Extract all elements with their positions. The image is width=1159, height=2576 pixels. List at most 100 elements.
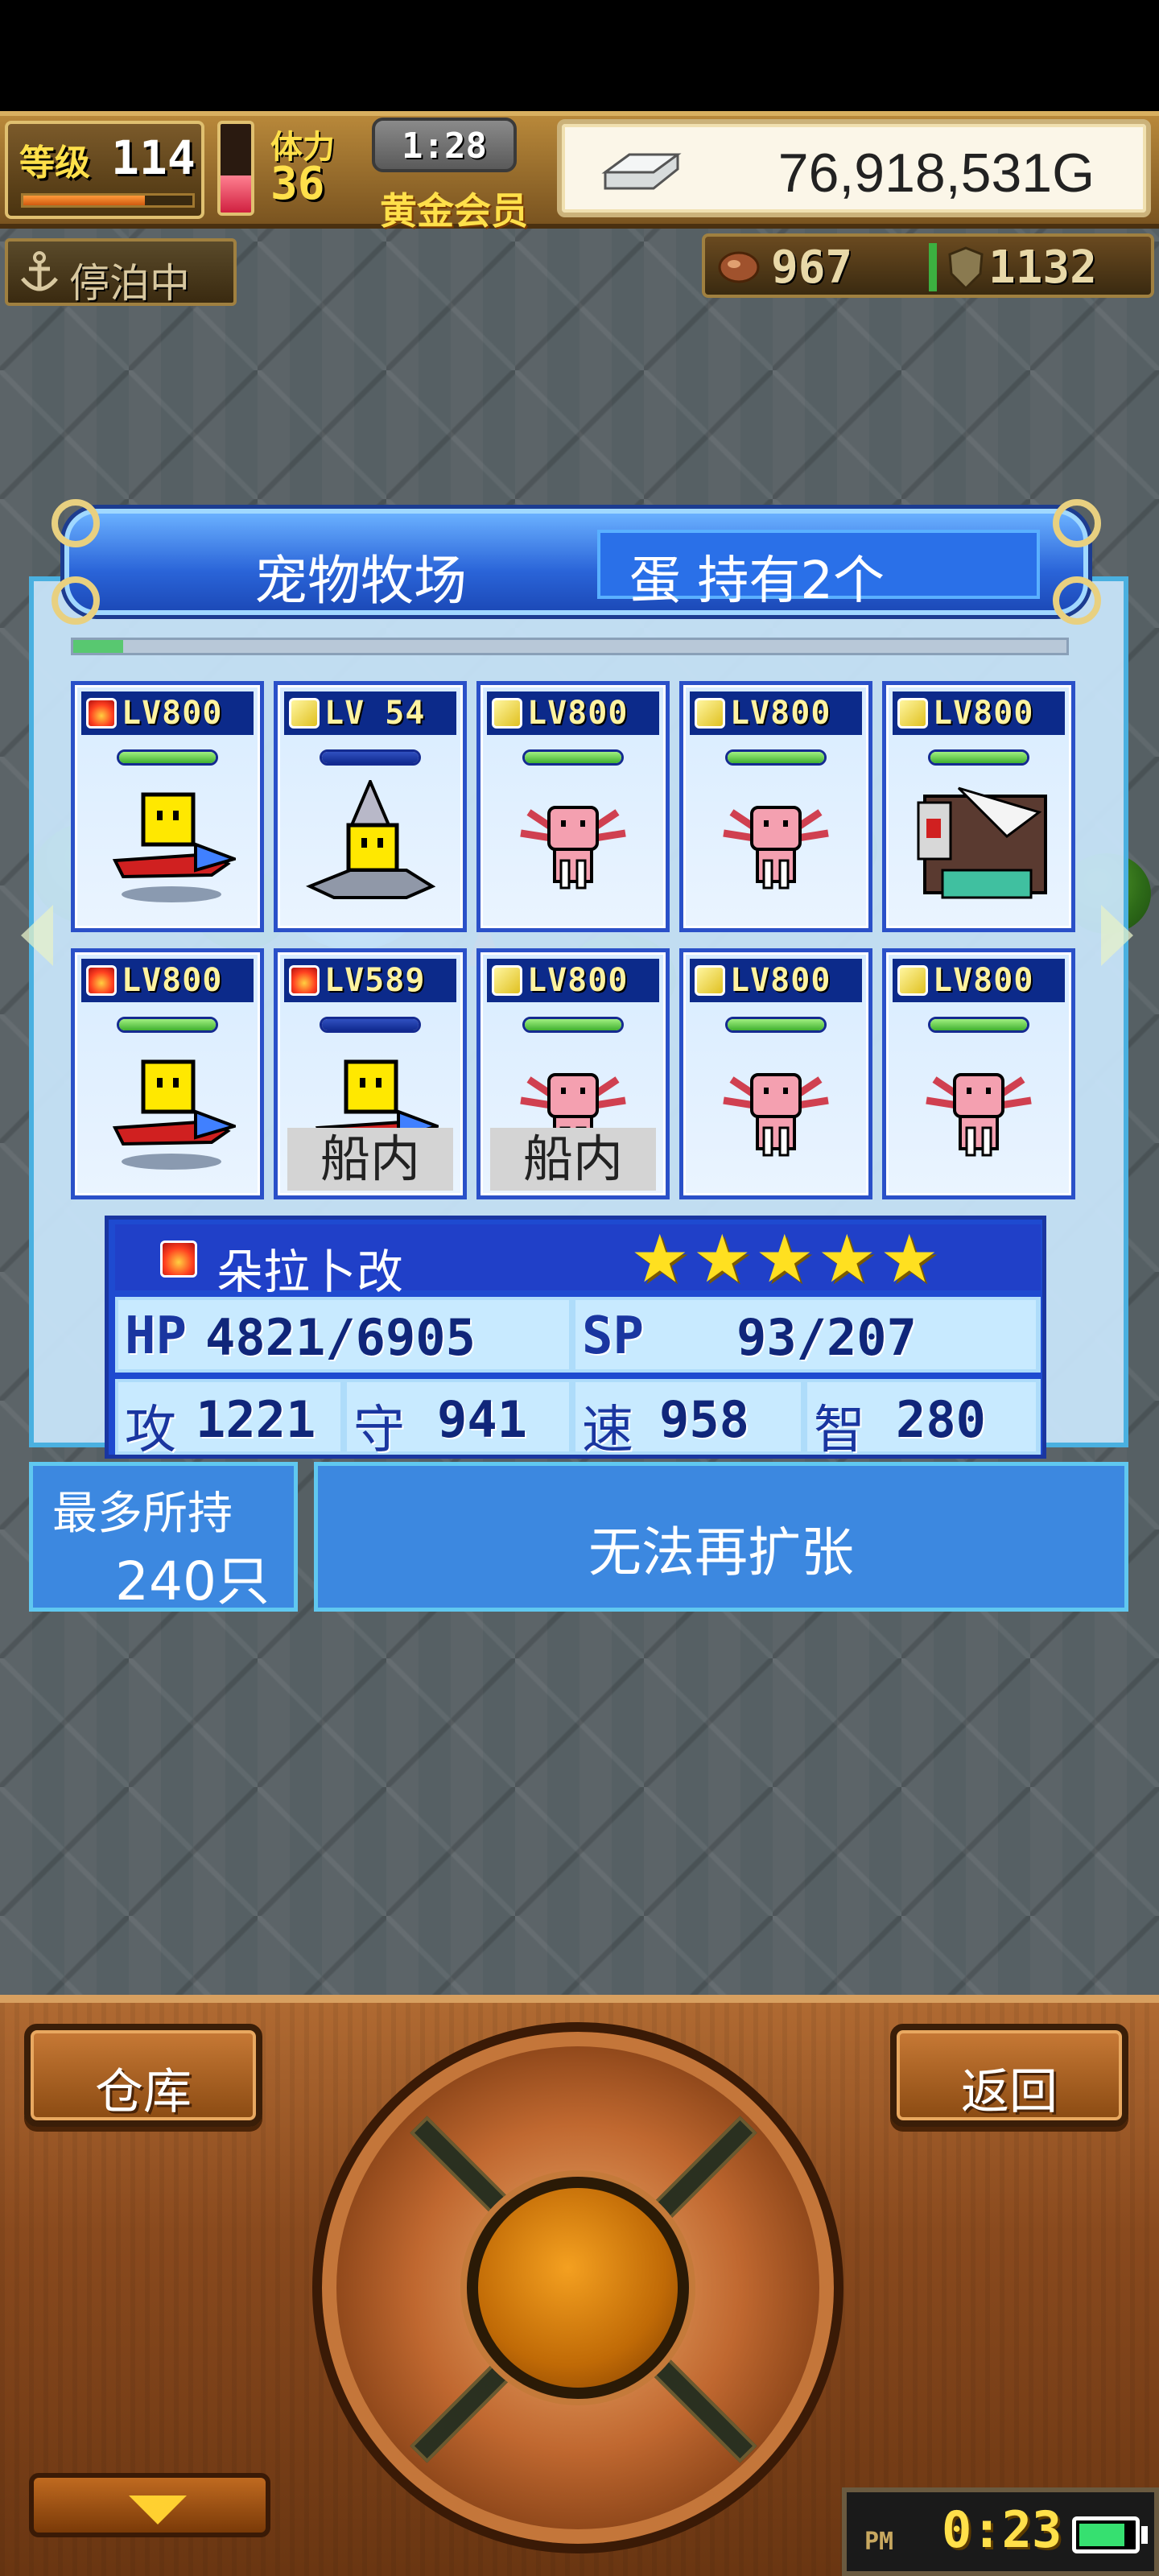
intelligence-stat: 智 280 <box>807 1382 1036 1460</box>
pet-level: LV800 <box>527 962 629 999</box>
thunder-icon <box>492 965 522 996</box>
expand-button[interactable]: 无法再扩张 <box>314 1462 1128 1612</box>
pet-hp-bar <box>928 749 1029 766</box>
previous-page-arrow[interactable] <box>21 905 53 966</box>
pet-hp-bar <box>320 749 421 766</box>
level-value: 114 <box>111 130 196 185</box>
fire-icon <box>86 698 117 729</box>
pet-name: 朵拉卜改 <box>217 1245 404 1299</box>
attack-value: 1221 <box>196 1390 316 1449</box>
intelligence-label: 智 <box>814 1401 865 1460</box>
capacity-label: 最多所持 <box>52 1488 233 1540</box>
food-count: 967 <box>771 242 853 294</box>
device-time: 0:23 <box>942 2500 1062 2559</box>
pet-hp-bar <box>928 1017 1029 1033</box>
silver-bar-icon <box>601 153 682 190</box>
pet-stats-panel: 朵拉卜改 ★★★★★ HP 4821/6905 SP 93/207 攻 1221… <box>105 1216 1046 1460</box>
pet-card[interactable]: LV800 <box>882 948 1075 1199</box>
pet-level-bar: LV589 <box>284 959 456 1002</box>
fire-icon <box>289 965 320 996</box>
pet-card[interactable]: LV800 船内 <box>476 948 670 1199</box>
pet-card[interactable]: LV800 <box>476 681 670 932</box>
pet-hp-fill <box>930 752 1027 763</box>
expand-button-label: 无法再扩张 <box>588 1521 854 1583</box>
player-level-panel: 等级 114 <box>5 121 204 219</box>
gold-amount: 76,918,531G <box>777 142 1095 204</box>
pet-hp-fill <box>525 1019 621 1030</box>
pet-level-bar: LV 54 <box>284 691 456 735</box>
resource-panel: 967 1132 <box>702 233 1154 298</box>
device-clock-panel: PM 0:23 <box>842 2487 1159 2576</box>
battery-icon <box>1072 2516 1140 2553</box>
onboard-tag: 船内 <box>490 1128 656 1191</box>
pet-level-bar: LV800 <box>81 959 254 1002</box>
pet-card[interactable]: LV800 <box>679 681 872 932</box>
pet-card[interactable]: LV589 船内 <box>274 948 467 1199</box>
dock-status-text: 停泊中 <box>69 260 190 307</box>
pet-card[interactable]: LV800 <box>882 681 1075 932</box>
ranch-progress-fill <box>73 640 123 653</box>
defense-stat: 守 941 <box>347 1382 569 1460</box>
dock-status-panel: 停泊中 <box>5 238 237 307</box>
next-page-arrow[interactable] <box>1101 905 1133 966</box>
pet-level: LV800 <box>527 695 629 732</box>
level-label: 等级 <box>19 142 90 184</box>
corner-ornament <box>52 499 100 547</box>
pet-level-bar: LV800 <box>690 959 862 1002</box>
sp-stat: SP 93/207 <box>575 1300 1036 1369</box>
pet-grid: LV800 LV 54 LV800 LV800 LV800 LV800 LV589 船内 LV8… <box>71 681 1082 1204</box>
intelligence-value: 280 <box>896 1390 986 1449</box>
menu-toggle-button[interactable] <box>29 2473 270 2537</box>
anchor-icon <box>21 251 58 291</box>
thunder-icon <box>289 698 320 729</box>
fire-icon <box>86 965 117 996</box>
axolotl-sprite <box>520 806 626 890</box>
sp-label: SP <box>582 1307 645 1366</box>
sp-value: 93/207 <box>736 1308 917 1367</box>
directional-pad[interactable] <box>312 2022 843 2553</box>
capacity-value: 240只 <box>115 1550 270 1612</box>
pet-hp-bar <box>522 749 624 766</box>
pet-card[interactable]: LV800 <box>679 948 872 1199</box>
pet-hp-fill <box>322 752 419 763</box>
gold-counter: 76,918,531G <box>557 119 1151 217</box>
pet-level: LV 54 <box>324 695 426 732</box>
kairobot-rocket-sprite <box>112 1059 236 1170</box>
confirm-button[interactable] <box>467 2177 689 2399</box>
egg-count-button[interactable]: 蛋 持有2个 <box>597 530 1040 611</box>
pet-card[interactable]: LV800 <box>71 948 264 1199</box>
in-game-clock: 1:28 <box>372 118 517 172</box>
back-button[interactable]: 返回 <box>890 2024 1128 2127</box>
storage-button[interactable]: 仓库 <box>24 2024 262 2127</box>
pet-level: LV800 <box>122 695 223 732</box>
pet-hp-fill <box>119 1019 216 1030</box>
pet-card[interactable]: LV 54 <box>274 681 467 932</box>
pet-ranch-header: 宠物牧场 蛋 持有2个 <box>52 499 1101 625</box>
back-button-label: 返回 <box>961 2064 1058 2120</box>
pet-level-bar: LV800 <box>487 959 659 1002</box>
am-pm-indicator: PM <box>864 2528 894 2556</box>
speed-value: 958 <box>659 1390 749 1449</box>
pet-level-bar: LV800 <box>81 691 254 735</box>
pet-card[interactable]: LV800 <box>71 681 264 932</box>
resource-divider <box>929 243 937 291</box>
pet-hp-bar <box>725 749 827 766</box>
hp-label: HP <box>125 1307 188 1366</box>
pet-level-bar: LV800 <box>487 691 659 735</box>
pet-level: LV800 <box>933 695 1034 732</box>
battery-tip <box>1141 2526 1148 2544</box>
storage-button-label: 仓库 <box>95 2064 192 2120</box>
ranch-progress-bar <box>71 638 1069 655</box>
fire-icon <box>160 1241 197 1278</box>
pet-level: LV800 <box>122 962 223 999</box>
stamina-value: 36 <box>270 158 325 210</box>
mecha-beast-sprite <box>917 786 1047 899</box>
attack-label: 攻 <box>125 1401 176 1460</box>
pet-hp-fill <box>728 752 824 763</box>
stats-row-hp-sp: HP 4821/6905 SP 93/207 <box>115 1297 1041 1373</box>
hp-stat: HP 4821/6905 <box>118 1300 569 1369</box>
thunder-icon <box>492 698 522 729</box>
pet-stats-header: 朵拉卜改 ★★★★★ <box>115 1224 1041 1299</box>
hp-value: 4821/6905 <box>205 1308 476 1367</box>
thunder-icon <box>695 698 725 729</box>
